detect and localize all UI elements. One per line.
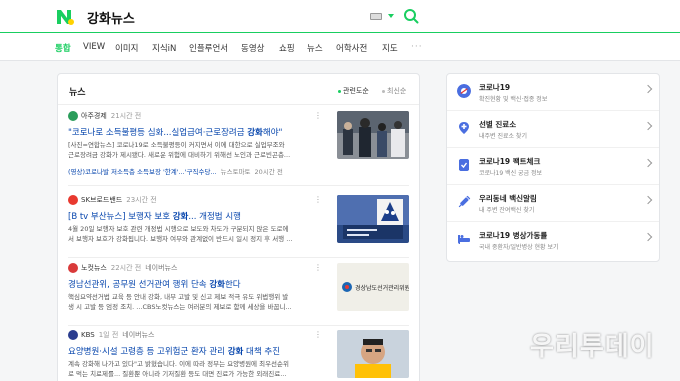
news-snippet: 4월 20일 보행자 보호 관련 개정법 시행으로 보도와 차도가 구분되지 않… (68, 225, 293, 243)
tab-more[interactable]: ··· (411, 42, 423, 52)
tab-view[interactable]: VIEW (83, 42, 105, 52)
news-section-title: 뉴스 (69, 88, 86, 98)
side-item-subtitle: 코로나19 백신 궁금 정보 (479, 170, 543, 177)
tab-all[interactable]: 통합 (55, 42, 71, 54)
press-name[interactable]: SK브로드밴드 (81, 196, 122, 204)
side-item-clinic[interactable]: 선별 진료소 내주변 진료소 찾기 (447, 111, 659, 148)
press-name[interactable]: KBS (81, 331, 95, 339)
news-item: 아주경제 21시간 전 ⋮ "코로나로 소득불평등 심화...실업급여·근로장려금… (68, 111, 411, 179)
sort-relevance[interactable]: 관련도순 (338, 86, 369, 96)
search-icon[interactable] (403, 8, 419, 24)
checklist-icon (459, 159, 469, 171)
news-thumbnail[interactable] (337, 195, 409, 243)
side-item-subtitle: 내 주변 잔여백신 찾기 (479, 207, 535, 214)
side-item-subtitle: 국내 중환자/일반병상 현황 보기 (479, 244, 559, 251)
press-info: KBS 1일 전 네이버뉴스 (68, 330, 154, 341)
side-item-vaccine-alert[interactable]: 우리동네 백신알림 내 주변 잔여백신 찾기 (447, 185, 659, 222)
press-logo-icon (68, 111, 78, 121)
tab-kin[interactable]: 지식iN (152, 42, 176, 54)
news-snippet: [사진=연합뉴스] 코로나19로 소득불평등이 커지면서 이에 대한으로 실업부… (68, 141, 291, 159)
hospital-bed-icon (458, 235, 470, 244)
divider (58, 104, 419, 105)
news-time: 21시간 전 (110, 112, 142, 120)
search-tabs: 통합 VIEW 이미지 지식iN 인플루언서 동영상 쇼핑 뉴스 어학사전 지도… (0, 33, 680, 61)
virus-icon (457, 84, 471, 98)
keyboard-icon[interactable] (370, 13, 382, 20)
more-options-icon[interactable]: ⋮ (314, 195, 322, 204)
press-name[interactable]: 아주경제 (81, 112, 107, 120)
watermark: 우리투데이 (530, 323, 655, 363)
tab-shopping[interactable]: 쇼핑 (279, 42, 295, 54)
news-section: 뉴스 관련도순 최신순 아주경제 21시간 전 ⋮ "코로나로 소득불평등 심화.… (57, 73, 420, 381)
naver-logo-icon[interactable] (55, 7, 75, 27)
news-thumbnail[interactable] (337, 111, 409, 159)
press-name[interactable]: 노컷뉴스 (81, 264, 107, 272)
more-options-icon[interactable]: ⋮ (314, 330, 322, 339)
more-options-icon[interactable]: ⋮ (314, 263, 322, 272)
covid-info-panel: 코로나19 확진현황 및 백신·접종 정보 선별 진료소 내주변 진료소 찾기 … (446, 73, 660, 262)
press-info: 노컷뉴스 22시간 전 네이버뉴스 (68, 263, 177, 274)
news-thumbnail[interactable] (337, 330, 409, 378)
side-item-subtitle: 내주변 진료소 찾기 (479, 133, 527, 140)
chevron-right-icon (643, 232, 653, 242)
dot-icon (382, 89, 385, 93)
news-headline[interactable]: "코로나로 소득불평등 심화...실업급여·근로장려금 강화해야" (68, 126, 282, 138)
naver-news-link[interactable]: 네이버뉴스 (145, 264, 177, 272)
tab-map[interactable]: 지도 (382, 42, 398, 54)
sort-latest[interactable]: 최신순 (382, 86, 406, 96)
news-snippet: 계속 강화해 나가고 있다"고 밝혔습니다. 이에 따라 정부는 요양병원에 최… (68, 360, 289, 378)
news-headline[interactable]: 요양병원·시설 고령층 등 고위험군 환자 관리 강화 대책 추진 (68, 345, 280, 357)
chevron-right-icon (643, 158, 653, 168)
side-item-title: 코로나19 팩트체크 (479, 157, 541, 166)
press-info: 아주경제 21시간 전 (68, 111, 141, 122)
side-item-title: 우리동네 백신알림 (479, 194, 537, 203)
chevron-right-icon (643, 84, 653, 94)
side-item-title: 코로나19 병상가동률 (479, 231, 548, 240)
more-options-icon[interactable]: ⋮ (314, 111, 322, 120)
search-query-text[interactable]: 강화뉴스 (87, 8, 135, 27)
side-item-covid19[interactable]: 코로나19 확진현황 및 백신·접종 정보 (447, 74, 659, 111)
tab-images[interactable]: 이미지 (115, 42, 138, 54)
chevron-right-icon (643, 121, 653, 131)
thumbnail-caption: 경상남도선거관리위원회 (355, 284, 409, 292)
divider (68, 185, 409, 186)
naver-news-link[interactable]: 네이버뉴스 (122, 331, 154, 339)
caret-down-icon[interactable] (388, 14, 394, 18)
syringe-icon (458, 195, 471, 208)
news-headline[interactable]: [B tv 부산뉴스] 보행자 보호 강화... 개정법 시행 (68, 210, 241, 222)
news-headline[interactable]: 경남선관위, 공무원 선거관여 행위 단속 강화한다 (68, 278, 241, 290)
side-item-title: 코로나19 (479, 83, 511, 92)
divider (68, 325, 409, 326)
side-item-title: 선별 진료소 (479, 120, 517, 129)
press-logo-icon (68, 263, 78, 273)
news-time: 22시간 전 (110, 264, 142, 272)
tab-influencer[interactable]: 인플루언서 (189, 42, 228, 54)
news-item: SK브로드밴드 23시간 전 ⋮ [B tv 부산뉴스] 보행자 보호 강화...… (68, 195, 411, 245)
news-item: 노컷뉴스 22시간 전 네이버뉴스 ⋮ 경남선관위, 공무원 선거관여 행위 단속 … (68, 263, 411, 313)
selected-dot-icon (338, 89, 341, 93)
press-logo-icon (68, 330, 78, 340)
search-header: 강화뉴스 (0, 0, 680, 33)
news-thumbnail[interactable]: 경상남도선거관리위원회 (337, 263, 409, 311)
tab-news[interactable]: 뉴스 (307, 42, 323, 54)
side-item-subtitle: 확진현황 및 백신·접종 정보 (479, 96, 548, 103)
news-item: KBS 1일 전 네이버뉴스 ⋮ 요양병원·시설 고령층 등 고위험군 환자 관리 … (68, 330, 411, 381)
news-time: 1일 전 (98, 331, 119, 339)
press-logo-icon (68, 195, 78, 205)
watermark-text: 우리투데이 (530, 332, 655, 362)
related-news[interactable]: (영상)코로나발 저소득층 소득보장 '한계'...'구직수당... 뉴스토마토 2… (68, 166, 287, 176)
press-info: SK브로드밴드 23시간 전 (68, 195, 157, 206)
news-snippet: 핵심요약선거법 교육 등 안내 강화, 내부 고발 및 신고 제보 적극 유도 … (68, 293, 292, 311)
news-time: 23시간 전 (126, 196, 157, 204)
chevron-right-icon (643, 195, 653, 205)
side-item-bed-rate[interactable]: 코로나19 병상가동률 국내 중환자/일반병상 현황 보기 (447, 222, 659, 259)
side-item-factcheck[interactable]: 코로나19 팩트체크 코로나19 백신 궁금 정보 (447, 148, 659, 185)
location-pin-icon (459, 122, 469, 134)
tab-video[interactable]: 동영상 (241, 42, 264, 54)
tab-dictionary[interactable]: 어학사전 (336, 42, 367, 54)
divider (68, 257, 409, 258)
